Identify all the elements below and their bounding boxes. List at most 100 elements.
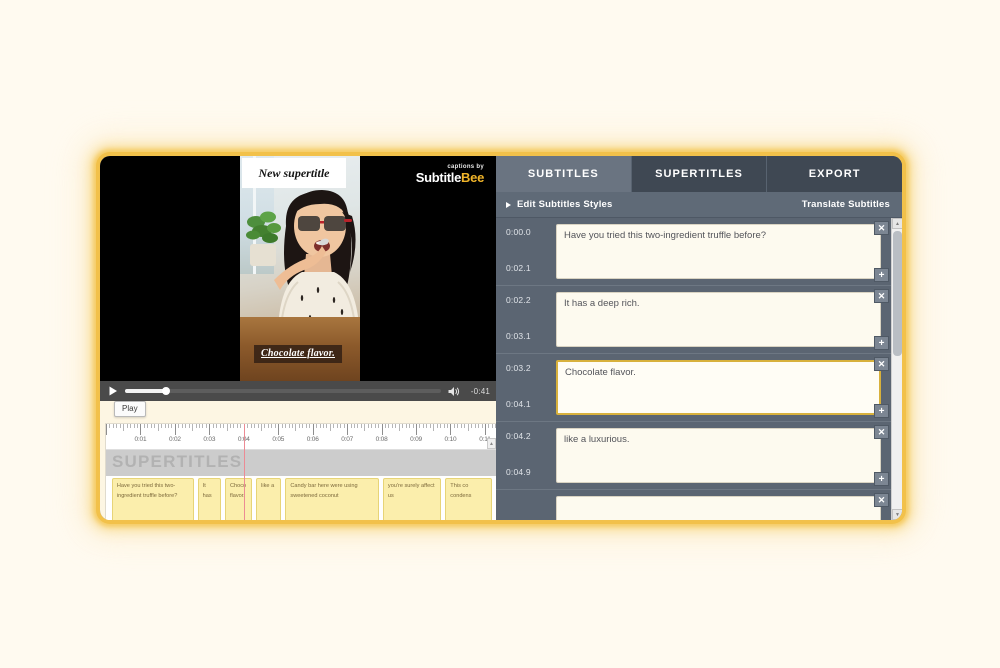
ruler-tick (302, 424, 304, 428)
ruler-tick (161, 424, 163, 428)
scrollbar-down-button[interactable]: ▼ (892, 509, 902, 520)
ruler-tick (436, 424, 438, 428)
cue-text-input[interactable] (556, 224, 881, 279)
timeline-subtitle-block[interactable]: Candy bar here were using sweetened coco… (285, 478, 379, 520)
ruler-tick (336, 424, 338, 428)
cue-text-wrapper: ✕+ (556, 221, 889, 282)
cue-end-time[interactable]: 0:02.1 (506, 263, 556, 273)
video-subtitle-overlay[interactable]: Chocolate flavor. (254, 345, 342, 363)
cue-end-time[interactable]: 0:03.1 (506, 331, 556, 341)
plus-icon[interactable]: + (874, 472, 889, 486)
ruler-tick (154, 424, 156, 428)
cue-text-input[interactable] (556, 360, 881, 415)
cue-timecodes: 0:04.2 0:04.9 (504, 428, 556, 483)
cue-text-input[interactable] (556, 292, 881, 347)
cue-timecodes: 0:02.2 0:03.1 (504, 292, 556, 347)
close-x-icon[interactable]: ✕ (874, 425, 889, 439)
ruler-tick (391, 424, 393, 428)
cue-list-scrollbar[interactable]: ▲ ▼ (891, 218, 902, 520)
volume-speaker-icon (448, 386, 460, 396)
scrollbar-up-button[interactable]: ▲ (892, 218, 902, 229)
ruler-tick (385, 424, 387, 428)
timeline-subtitle-block[interactable]: like a (256, 478, 282, 520)
subtitle-cue-list[interactable]: 0:00.00:02.1✕+0:02.20:03.1✕+0:03.20:04.1… (496, 218, 891, 520)
tab-subtitles[interactable]: SUBTITLES (496, 156, 632, 192)
editor-tabbar: SUBTITLES SUPERTITLES EXPORT (496, 156, 902, 192)
cue-start-time[interactable]: 0:02.2 (506, 295, 556, 305)
timeline-ruler[interactable]: 0:01 0:02 0:03 0:04 0:05 0:06 0:07 0:08 0:09 0:10… (106, 424, 496, 450)
ruler-tick (416, 424, 418, 435)
ruler-tick (402, 424, 404, 428)
tab-export[interactable]: EXPORT (767, 156, 902, 192)
ruler-tick (347, 424, 349, 435)
close-x-icon[interactable]: ✕ (874, 493, 889, 507)
ruler-tick (388, 424, 390, 428)
ruler-tick (447, 424, 449, 428)
ruler-tick (378, 424, 380, 428)
ruler-tick (316, 424, 318, 428)
close-x-icon[interactable]: ✕ (874, 289, 889, 303)
ruler-tick (323, 424, 325, 428)
close-x-icon[interactable]: ✕ (874, 357, 889, 371)
timeline-scroll-up-button[interactable]: ▲ (487, 438, 496, 449)
ruler-tick (488, 424, 490, 428)
cue-text-input[interactable] (556, 428, 881, 483)
subtitle-cue-row[interactable]: 0:04.2 0:04.9 ✕ + (496, 422, 891, 490)
ruler-tick (274, 424, 276, 428)
subtitle-cue-row[interactable]: 0:02.2 0:03.1 ✕ + (496, 286, 891, 354)
video-supertitle-overlay[interactable]: New supertitle (242, 158, 346, 188)
cue-timecodes (504, 496, 556, 520)
video-stage[interactable]: New supertitle Chocolate flavor. caption… (100, 156, 496, 381)
ruler-tick (247, 424, 249, 428)
tab-label: EXPORT (808, 168, 861, 180)
ruler-tick (481, 424, 483, 428)
ruler-tick (450, 424, 452, 435)
scrollbar-thumb[interactable] (893, 231, 902, 356)
plus-icon[interactable]: + (874, 268, 889, 282)
watermark-brand-bee: Bee (461, 170, 484, 185)
seek-handle[interactable] (162, 387, 171, 395)
timeline[interactable]: 0:01 0:02 0:03 0:04 0:05 0:06 0:07 0:08 0:09 0:10… (105, 423, 496, 520)
subtitle-cue-row[interactable]: 0:00.00:02.1✕+ (496, 218, 891, 286)
tab-supertitles[interactable]: SUPERTITLES (631, 156, 768, 192)
timeline-supertitles-track[interactable]: SUPERTITLES (106, 450, 496, 476)
ruler-tick (236, 424, 238, 428)
timeline-subtitle-block[interactable]: This co condens (445, 478, 493, 520)
cue-start-time[interactable]: 0:03.2 (506, 363, 556, 373)
ruler-tick-label: 0:09 (410, 436, 422, 443)
ruler-tick (240, 424, 242, 428)
ruler-tick (478, 424, 480, 428)
timeline-subtitle-block[interactable]: you're surely affect us (382, 478, 442, 520)
timeline-subtitles-track[interactable]: Have you tried this two-ingredient truff… (106, 476, 496, 520)
edit-subtitles-styles-button[interactable]: Edit Subtitles Styles (506, 199, 613, 210)
timeline-subtitle-block[interactable]: Have you tried this two-ingredient truff… (111, 478, 194, 520)
app-window: New supertitle Chocolate flavor. caption… (100, 156, 902, 520)
ruler-tick (312, 424, 314, 435)
translate-subtitles-button[interactable]: Translate Subtitles (802, 199, 890, 210)
subtitle-editor-pane: SUBTITLES SUPERTITLES EXPORT Edit Subtitle… (496, 156, 902, 520)
seek-bar[interactable] (125, 387, 441, 395)
timeline-subtitle-block[interactable]: It has (197, 478, 222, 520)
plus-icon[interactable]: + (874, 404, 889, 418)
subtitle-cue-row[interactable]: 0:03.2 0:04.1 ✕ + (496, 354, 891, 422)
ruler-tick (157, 424, 159, 431)
ruler-tick (419, 424, 421, 428)
ruler-tick-label: 0:08 (375, 436, 388, 443)
ruler-tick (464, 424, 466, 428)
ruler-tick (164, 424, 166, 428)
ruler-tick (374, 424, 376, 428)
ruler-tick (433, 424, 435, 431)
cue-end-time[interactable]: 0:04.1 (506, 399, 556, 409)
timeline-subtitle-block[interactable]: Choco flavor. (224, 478, 253, 520)
cue-start-time[interactable]: 0:04.2 (506, 431, 556, 441)
cue-start-time[interactable]: 0:00.0 (506, 227, 556, 237)
volume-button[interactable] (447, 385, 460, 398)
ruler-tick (209, 424, 211, 435)
play-button[interactable] (106, 385, 119, 398)
cue-end-time[interactable]: 0:04.9 (506, 467, 556, 477)
watermark-brand-subtitle: Subtitle (415, 170, 462, 185)
plus-icon[interactable]: + (874, 336, 889, 350)
close-x-icon[interactable]: ✕ (874, 221, 889, 235)
cue-text-input[interactable] (556, 496, 881, 520)
subtitle-cue-row[interactable]: ✕+ (496, 490, 891, 520)
